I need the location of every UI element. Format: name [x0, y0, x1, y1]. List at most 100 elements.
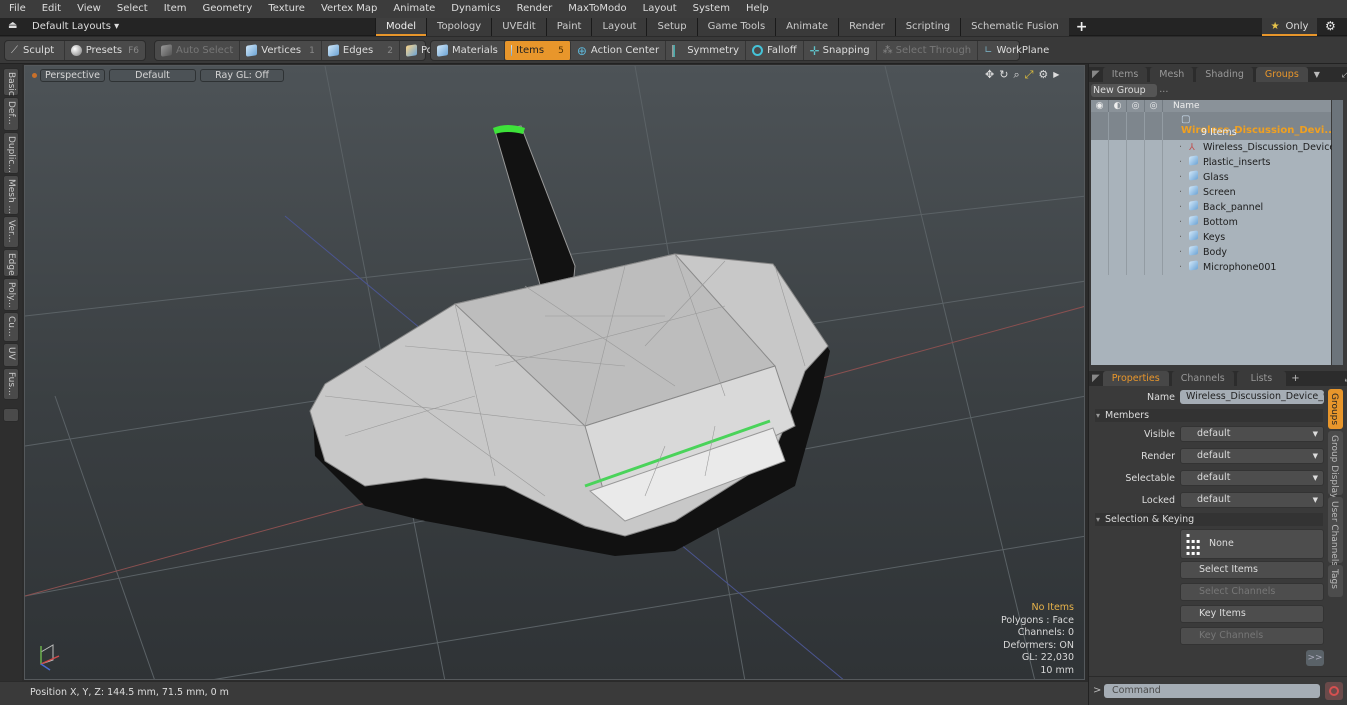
menu-render[interactable]: Render: [508, 0, 560, 18]
tab-layout[interactable]: Layout: [591, 18, 647, 36]
left-tab-fusion[interactable]: Fus...: [3, 368, 19, 400]
default-layouts-dropdown[interactable]: Default Layouts ▾: [32, 21, 119, 32]
group-child-row[interactable]: · Keys: [1091, 230, 1331, 245]
menu-geometry[interactable]: Geometry: [193, 0, 259, 18]
selection-keying-section[interactable]: Selection & Keying: [1095, 513, 1323, 526]
group-child-row[interactable]: · Glass: [1091, 170, 1331, 185]
render-column-icon[interactable]: ◐: [1109, 100, 1127, 112]
new-group-button[interactable]: New Group: [1091, 84, 1157, 97]
more-button[interactable]: >>: [1306, 650, 1324, 666]
tab-properties[interactable]: Properties: [1102, 371, 1169, 386]
members-section[interactable]: Members: [1095, 409, 1323, 422]
side-tab-tags[interactable]: Tags: [1328, 565, 1343, 597]
group-child-row[interactable]: · Plastic_inserts: [1091, 155, 1331, 170]
left-tab-uv[interactable]: UV: [3, 343, 19, 367]
left-tab-vertex[interactable]: Ver...: [3, 216, 19, 248]
properties-menu-icon[interactable]: ◤: [1089, 371, 1100, 386]
tab-animate[interactable]: Animate: [775, 18, 839, 36]
presets-button[interactable]: Presets F6: [65, 41, 145, 60]
zoom-icon[interactable]: ⌕: [1013, 68, 1019, 82]
tab-schematic-fusion[interactable]: Schematic Fusion: [960, 18, 1069, 36]
select-through-button[interactable]: ⁂ Select Through: [877, 41, 979, 60]
tab-mesh[interactable]: Mesh ...: [1150, 67, 1194, 95]
raygl-toggle[interactable]: Ray GL: Off: [200, 69, 284, 82]
left-tab-basic[interactable]: Basic: [3, 68, 19, 96]
command-input[interactable]: Command: [1104, 684, 1320, 698]
lock-column-icon[interactable]: ◎: [1127, 100, 1145, 112]
tab-scripting[interactable]: Scripting: [894, 18, 961, 36]
menu-file[interactable]: File: [0, 0, 33, 18]
menu-dynamics[interactable]: Dynamics: [442, 0, 507, 18]
tab-groups[interactable]: Groups: [1255, 67, 1308, 82]
left-tab-curve[interactable]: Cu...: [3, 312, 19, 342]
group-child-row[interactable]: · Bottom: [1091, 215, 1331, 230]
gear-icon[interactable]: ⚙: [1325, 19, 1336, 33]
tab-uvedit[interactable]: UVEdit: [491, 18, 546, 36]
tab-setup[interactable]: Setup: [646, 18, 697, 36]
pan-icon[interactable]: ✥: [985, 68, 994, 82]
select-items-button[interactable]: Select Items: [1180, 561, 1324, 579]
menu-layout[interactable]: Layout: [634, 0, 684, 18]
tab-paint[interactable]: Paint: [545, 18, 592, 36]
selectable-select[interactable]: default ▼: [1180, 470, 1324, 486]
shading-dropdown[interactable]: Default: [109, 69, 196, 82]
layout-up-icon[interactable]: ⏏: [8, 20, 17, 31]
viewport-gear-icon[interactable]: ⚙: [1038, 68, 1048, 82]
only-toggle[interactable]: ★ Only: [1262, 18, 1317, 36]
left-tab-deform[interactable]: Def...: [3, 97, 19, 131]
rotate-icon[interactable]: ↻: [999, 68, 1008, 82]
group-child-row[interactable]: · Screen: [1091, 185, 1331, 200]
menu-item[interactable]: Item: [155, 0, 194, 18]
viewport-more-icon[interactable]: ▶: [1053, 68, 1059, 82]
group-child-row[interactable]: · ⅄ Wireless_Discussion_Device ...: [1091, 140, 1335, 168]
viewport-options-dot[interactable]: [32, 73, 37, 78]
group-child-row[interactable]: · Body: [1091, 245, 1331, 260]
select-channels-button[interactable]: Select Channels: [1180, 583, 1324, 601]
none-selection-set[interactable]: ▪ ▪▪▪ ▪▪▪ ▪▪▪ None: [1180, 529, 1324, 559]
record-button[interactable]: [1325, 682, 1343, 700]
tab-topology[interactable]: Topology: [426, 18, 492, 36]
tab-channels[interactable]: Channels: [1171, 371, 1234, 386]
select-column-icon[interactable]: ◎: [1145, 100, 1163, 112]
add-tab-button[interactable]: +: [1069, 18, 1095, 36]
tab-items[interactable]: Items: [1102, 67, 1148, 82]
tab-model[interactable]: Model: [375, 18, 427, 36]
menu-system[interactable]: System: [684, 0, 737, 18]
tab-lists[interactable]: Lists: [1236, 371, 1287, 386]
auto-select-button[interactable]: Auto Select: [155, 41, 241, 60]
left-tab-extra[interactable]: [3, 408, 19, 422]
menu-animate[interactable]: Animate: [384, 0, 442, 18]
action-center-button[interactable]: ⊕ Action Center: [571, 41, 667, 60]
workplane-button[interactable]: ∟ WorkPlane: [978, 41, 1055, 60]
materials-button[interactable]: Materials: [431, 41, 505, 60]
vertices-button[interactable]: Vertices 1: [240, 41, 322, 60]
group-name-field[interactable]: Wireless_Discussion_Device_with: [1180, 390, 1324, 404]
add-properties-tab[interactable]: +: [1286, 371, 1304, 386]
left-tab-mesh[interactable]: Mesh ...: [3, 175, 19, 215]
items-button[interactable]: Items 5: [504, 41, 571, 60]
left-tab-edge[interactable]: Edge: [3, 249, 19, 277]
group-child-row[interactable]: · Microphone001: [1091, 260, 1331, 275]
locked-select[interactable]: default ▼: [1180, 492, 1324, 508]
left-tab-duplicate[interactable]: Duplic...: [3, 132, 19, 174]
render-select[interactable]: default ▼: [1180, 448, 1324, 464]
group-child-row[interactable]: · Back_pannel: [1091, 200, 1331, 215]
menu-vertex-map[interactable]: Vertex Map: [312, 0, 384, 18]
key-items-button[interactable]: Key Items: [1180, 605, 1324, 623]
3d-viewport[interactable]: Perspective Default Ray GL: Off ✥ ↻ ⌕ ⤢ …: [24, 65, 1085, 680]
menu-maxtomodo[interactable]: MaxToModo: [559, 0, 633, 18]
menu-view[interactable]: View: [68, 0, 108, 18]
falloff-button[interactable]: Falloff: [746, 41, 804, 60]
menu-help[interactable]: Help: [737, 0, 776, 18]
sculpt-button[interactable]: ⟋ Sculpt: [5, 41, 65, 60]
view-mode-dropdown[interactable]: Perspective: [40, 69, 105, 82]
panel-menu-icon[interactable]: ◤: [1089, 67, 1100, 82]
side-tab-groups[interactable]: Groups: [1328, 389, 1343, 429]
side-tab-user-channels[interactable]: User Channels: [1328, 497, 1343, 566]
visible-select[interactable]: default ▼: [1180, 426, 1324, 442]
groups-scrollbar[interactable]: [1332, 100, 1343, 365]
tab-game-tools[interactable]: Game Tools: [696, 18, 776, 36]
symmetry-button[interactable]: Symmetry: [666, 41, 747, 60]
group-row[interactable]: ▢ Wireless_Discussion_Devi... 9 Items: [1091, 112, 1336, 140]
left-tab-polygon[interactable]: Poly...: [3, 278, 19, 311]
